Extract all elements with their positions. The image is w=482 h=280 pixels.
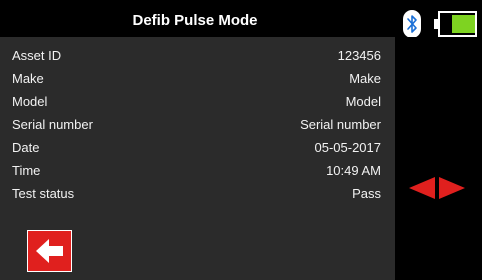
left-right-arrows-icon[interactable]: [409, 177, 465, 199]
title-bar: Defib Pulse Mode: [0, 0, 482, 40]
field-value: Model: [345, 94, 381, 109]
field-label: Asset ID: [12, 48, 62, 63]
bluetooth-icon: [403, 10, 421, 38]
field-row-asset-id: Asset ID 123456: [0, 45, 395, 67]
field-value: 123456: [337, 48, 381, 63]
field-value: 10:49 AM: [326, 163, 381, 178]
field-row-model: Model Model: [0, 91, 395, 113]
field-label: Make: [12, 71, 44, 86]
field-row-test-status: Test status Pass: [0, 183, 395, 205]
device-screen: Defib Pulse Mode Asset ID 123456 Make Ma…: [0, 0, 482, 280]
field-label: Serial number: [12, 117, 93, 132]
back-button[interactable]: [27, 230, 72, 272]
field-row-date: Date 05-05-2017: [0, 137, 395, 159]
battery-level-fill: [452, 15, 475, 33]
field-label: Date: [12, 140, 40, 155]
field-label: Time: [12, 163, 41, 178]
field-value: 05-05-2017: [314, 140, 382, 155]
battery-body: [438, 11, 477, 37]
field-value: Pass: [352, 186, 381, 201]
side-panel: [395, 37, 482, 280]
field-label: Model: [12, 94, 48, 109]
field-label: Test status: [12, 186, 75, 201]
field-row-make: Make Make: [0, 68, 395, 90]
field-value: Make: [349, 71, 381, 86]
battery-icon: [434, 11, 477, 37]
page-title: Defib Pulse Mode: [132, 12, 258, 29]
back-arrow-icon: [36, 239, 63, 263]
field-value: Serial number: [300, 117, 381, 132]
field-row-serial-number: Serial number Serial number: [0, 114, 395, 136]
field-row-time: Time 10:49 AM: [0, 160, 395, 182]
